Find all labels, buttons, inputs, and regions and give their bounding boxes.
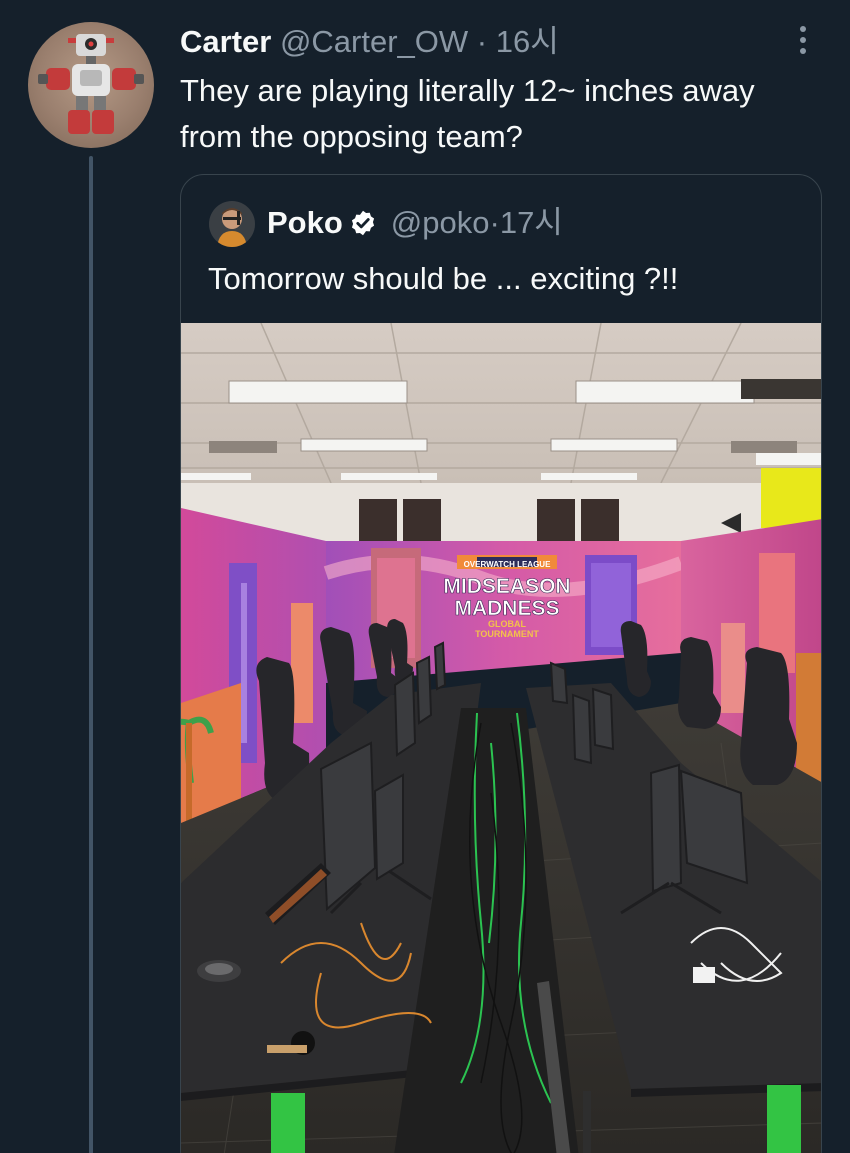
separator-dot: ·	[476, 24, 496, 59]
tweet-time[interactable]: 16시	[496, 24, 559, 59]
quoted-avatar[interactable]	[209, 201, 255, 247]
quoted-author-name[interactable]: Poko	[267, 203, 343, 243]
person-avatar-icon	[209, 201, 255, 247]
robot-avatar-icon	[38, 34, 144, 134]
quoted-tweet-time[interactable]: 17시	[500, 203, 563, 243]
author-handle[interactable]: @Carter_OW	[280, 24, 468, 59]
author-name[interactable]: Carter	[180, 24, 280, 59]
verified-badge-icon	[351, 210, 374, 236]
tweet[interactable]: Carter @Carter_OW · 16시 They are playing…	[0, 0, 850, 1153]
quoted-tweet[interactable]: Poko @poko · 17시 Tomorrow should be ... …	[180, 174, 822, 1153]
quoted-tweet-header: Poko @poko · 17시	[267, 203, 563, 243]
tweet-header: Carter @Carter_OW · 16시	[180, 22, 559, 62]
banner-title-2: MADNESS	[454, 597, 559, 620]
quoted-tweet-text: Tomorrow should be ... exciting ?!!	[208, 261, 679, 296]
more-options-icon[interactable]	[793, 22, 813, 58]
banner-title-1: MIDSEASON	[443, 575, 570, 598]
banner-brand: OVERWATCH LEAGUE	[464, 560, 551, 569]
banner-sub-2: TOURNAMENT	[475, 629, 539, 639]
avatar[interactable]	[28, 22, 154, 148]
thread-connector-line	[89, 156, 93, 1153]
quoted-author-handle[interactable]: @poko	[391, 203, 490, 243]
banner-sub-1: GLOBAL	[488, 619, 526, 629]
esports-arena-photo[interactable]: OVERWATCH LEAGUE MIDSEASON MADNESS GLOBA…	[181, 323, 822, 1153]
quoted-separator-dot: ·	[489, 205, 500, 240]
tweet-text: They are playing literally 12~ inches aw…	[180, 73, 755, 154]
